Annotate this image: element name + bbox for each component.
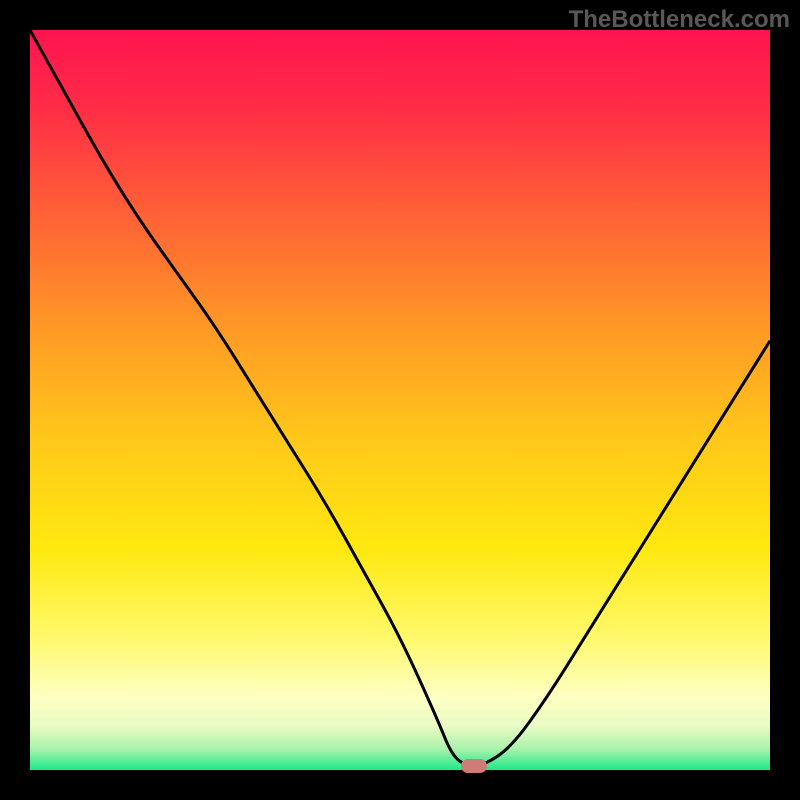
optimal-point-marker: [461, 759, 487, 773]
watermark-text: TheBottleneck.com: [569, 6, 790, 34]
chart-plot-area: [30, 30, 770, 770]
chart-curve: [30, 30, 770, 770]
